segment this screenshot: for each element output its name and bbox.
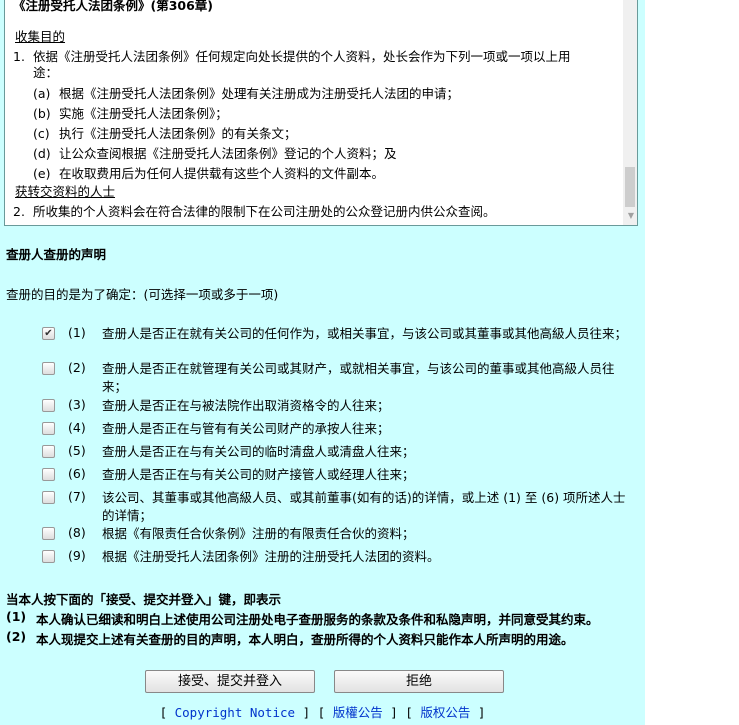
page: 《注册受托人法团条例》(第306章) 收集目的 1. 依据《注册受托人法团条例》… bbox=[0, 0, 645, 725]
option-number: (6) bbox=[68, 466, 86, 481]
acceptance-point-2-num: (2) bbox=[6, 629, 27, 644]
option-text: 查册人是否正在就有关公司的任何作为，或相关事宜，与该公司或其董事或其他高級人员往… bbox=[102, 326, 628, 341]
option-number: (8) bbox=[68, 525, 86, 540]
subitem-text: 让公众查阅根据《注册受托人法团条例》登记的个人资料；及 bbox=[59, 146, 397, 161]
purpose-checkbox[interactable] bbox=[42, 422, 55, 435]
subitem-text: 根据《注册受托人法团条例》处理有关注册成为注册受托人法团的申请； bbox=[59, 86, 460, 101]
scroll-down-arrow-icon[interactable]: ▼ bbox=[628, 211, 634, 220]
purpose-checkbox[interactable] bbox=[42, 468, 55, 481]
declaration-intro: 查册的目的是为了确定：(可选择一项或多于一项) bbox=[6, 287, 279, 302]
bracket: ] bbox=[477, 705, 486, 720]
subitem-text: 在收取费用后为任何人提供载有这些个人资料的文件副本。 bbox=[59, 166, 385, 181]
copyright-traditional-link[interactable]: 版權公告 bbox=[333, 705, 383, 720]
subitem-label: (c) bbox=[33, 126, 50, 141]
item1-text: 依据《注册受托人法团条例》任何规定向处长提供的个人资料，处长会作为下列一项或一项… bbox=[33, 49, 571, 64]
accept-submit-login-button[interactable]: 接受、提交并登入 bbox=[145, 670, 315, 693]
acceptance-intro: 当本人按下面的「接受、提交并登入」键，即表示 bbox=[6, 592, 282, 607]
acceptance-point-1-num: (1) bbox=[6, 609, 27, 624]
item1-text-cont: 途： bbox=[33, 65, 59, 80]
purpose-checkbox[interactable] bbox=[42, 399, 55, 412]
purpose-checkbox[interactable] bbox=[42, 362, 55, 375]
option-text: 查册人是否正在与管有有关公司财产的承按人往来； bbox=[102, 421, 390, 436]
option-number: (1) bbox=[68, 325, 86, 340]
option-text: 查册人是否正在与被法院作出取消资格令的人往来； bbox=[102, 398, 390, 413]
purpose-checkbox[interactable] bbox=[42, 491, 55, 504]
subitem-label: (d) bbox=[33, 146, 51, 161]
acceptance-point-2: 本人现提交上述有关查册的目的声明，本人明白，查册所得的个人资料只能作本人所声明的… bbox=[36, 632, 574, 647]
bracket: ] [ bbox=[302, 705, 326, 720]
purpose-checkbox[interactable] bbox=[42, 445, 55, 458]
subitem-label: (e) bbox=[33, 166, 51, 181]
option-number: (9) bbox=[68, 548, 86, 563]
subitem-text: 执行《注册受托人法团条例》的有关条文； bbox=[59, 126, 297, 141]
copyright-notice-link[interactable]: Copyright Notice bbox=[175, 705, 295, 720]
option-text: 该公司、其董事或其他高級人员、或其前董事(如有的话)的详情，或上述 (1) 至 … bbox=[102, 490, 626, 523]
purpose-checkbox[interactable] bbox=[42, 550, 55, 563]
option-text: 查册人是否正在就管理有关公司或其财产，或就相关事宜，与该公司的董事或其他高級人员… bbox=[102, 361, 615, 394]
subitem-label: (b) bbox=[33, 106, 51, 121]
notice-title: 《注册受托人法团条例》(第306章) bbox=[13, 0, 214, 13]
option-number: (7) bbox=[68, 489, 86, 504]
option-text: 根据《注册受托人法团条例》注册的注册受托人法团的资料。 bbox=[102, 549, 440, 564]
purpose-heading: 收集目的 bbox=[15, 29, 66, 44]
purpose-checkbox[interactable] bbox=[42, 527, 55, 540]
acceptance-point-1: 本人确认已细读和明白上述使用公司注册处电子查册服务的条款及条件和私隐声明，并同意… bbox=[36, 612, 599, 627]
bracket: ] [ bbox=[390, 705, 413, 720]
option-number: (5) bbox=[68, 443, 86, 458]
privacy-notice-box[interactable]: 《注册受托人法团条例》(第306章) 收集目的 1. 依据《注册受托人法团条例》… bbox=[4, 0, 638, 226]
option-text: 查册人是否正在与有关公司的临时清盘人或清盘人往来； bbox=[102, 444, 415, 459]
option-number: (2) bbox=[68, 360, 86, 375]
option-number: (4) bbox=[68, 420, 86, 435]
copyright-simplified-link[interactable]: 版权公告 bbox=[420, 705, 470, 720]
subitem-label: (a) bbox=[33, 86, 51, 101]
option-number: (3) bbox=[68, 397, 86, 412]
bracket: [ bbox=[159, 705, 168, 720]
transfer-heading: 获转交资料的人士 bbox=[15, 184, 116, 199]
subitem-text: 实施《注册受托人法团条例》； bbox=[59, 106, 228, 121]
purpose-checkbox[interactable]: ✔ bbox=[42, 327, 55, 340]
scrollbar-thumb[interactable] bbox=[625, 167, 635, 207]
reject-button[interactable]: 拒绝 bbox=[334, 670, 504, 693]
item1-num: 1. bbox=[13, 49, 25, 64]
option-text: 查册人是否正在与有关公司的财产接管人或经理人往来； bbox=[102, 467, 415, 482]
footer-links: [ Copyright Notice ] [ 版權公告 ] [ 版权公告 ] bbox=[0, 702, 645, 721]
item2-num: 2. bbox=[13, 204, 25, 219]
declaration-heading: 查册人查册的声明 bbox=[6, 247, 107, 262]
scrollbar[interactable]: ▼ bbox=[623, 0, 637, 225]
item2-text: 所收集的个人资料会在符合法律的限制下在公司注册处的公众登记册内供公众查阅。 bbox=[33, 204, 496, 219]
option-text: 根据《有限责任合伙条例》注册的有限责任合伙的资料； bbox=[102, 526, 415, 541]
